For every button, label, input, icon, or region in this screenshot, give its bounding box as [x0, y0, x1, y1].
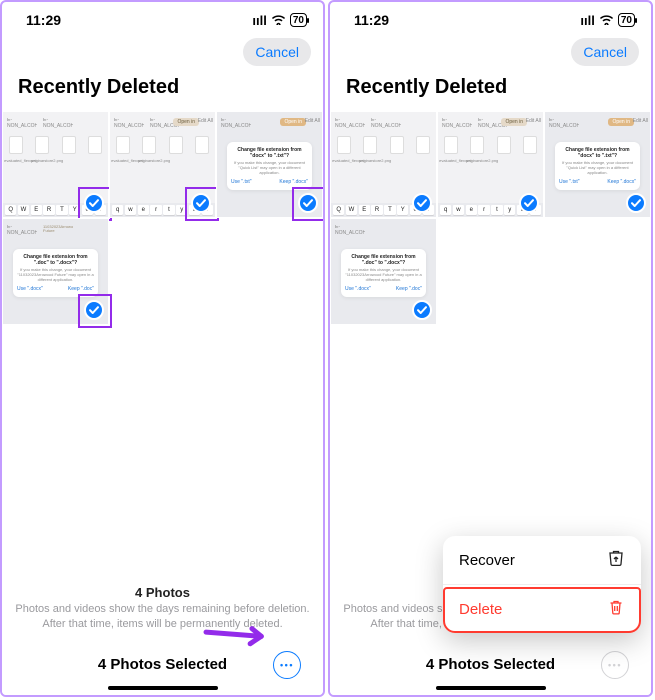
phone-right: 11:29 ııll 70 Cancel Recently Deleted E-… [328, 0, 653, 697]
selection-check-icon [412, 193, 432, 213]
thumb-label: E-NON_ALCOHOLIC...03.pdf [43, 118, 73, 129]
thumb-dialog: Change file extension from "docx" to ".t… [227, 142, 312, 190]
photo-thumb[interactable]: E-NON_ALCOHOLIC...03.pdf 11032023Arrowoo… [2, 218, 109, 325]
thumb-label: E-NON_ALCOHOLIC...03.pdf [549, 118, 579, 129]
recover-option[interactable]: Recover [443, 536, 641, 584]
signal-icon: ııll [252, 13, 266, 28]
thumb-label: E-NON_ALCOHOLIC...03.pdf [335, 118, 365, 129]
file-labels: evaluated_flex.pngwebinarstore2.png [3, 158, 108, 163]
thumb-chip2: Edit All [198, 118, 213, 124]
photo-count: 4 Photos [2, 583, 323, 602]
photo-grid: E-NON_ALCOHOLIC...03.pdf E-NON_ALCOHOLIC… [330, 111, 651, 325]
phone-left: 11:29 ııll 70 Cancel Recently Deleted E-… [0, 0, 325, 697]
photo-thumb[interactable]: E-NON_ALCOHOLIC...03.pdf E-NON_ALCOHOLIC… [2, 111, 109, 218]
wifi-icon [599, 13, 614, 28]
battery-icon: 70 [618, 13, 635, 27]
thumb-label: E-NON_ALCOHOLIC...03.pdf [371, 118, 401, 129]
page-title: Recently Deleted [330, 72, 651, 111]
thumb-label: 11032023Arrowood Future [43, 225, 73, 234]
selection-check-icon [412, 300, 432, 320]
thumb-chip2: Edit All [526, 118, 541, 124]
status-right: ııll 70 [580, 13, 635, 28]
status-bar: 11:29 ııll 70 [330, 2, 651, 30]
thumb-dialog: Change file extension from "docx" to ".t… [555, 142, 640, 190]
recover-icon [607, 549, 625, 571]
thumb-label: E-NON_ALCOHOLIC...03.pdf [114, 118, 144, 129]
page-title: Recently Deleted [2, 72, 323, 111]
home-indicator [436, 686, 546, 690]
cancel-row: Cancel [330, 30, 651, 72]
photo-thumb[interactable]: E-NON_ALCOHOLIC...03.pdf E-NON_ALCOHOLIC… [109, 111, 216, 218]
highlight-ring [78, 187, 112, 221]
status-bar: 11:29 ııll 70 [2, 2, 323, 30]
cancel-row: Cancel [2, 30, 323, 72]
status-right: ııll 70 [252, 13, 307, 28]
more-icon: ••• [608, 660, 622, 670]
highlight-ring [185, 187, 219, 221]
more-button[interactable]: ••• [601, 651, 629, 679]
file-labels: evaluated_flex.pngwebinarstore2.png [331, 158, 436, 163]
photo-grid: E-NON_ALCOHOLIC...03.pdf E-NON_ALCOHOLIC… [2, 111, 323, 325]
cancel-button[interactable]: Cancel [571, 38, 639, 66]
thumb-chip2: Edit All [305, 118, 320, 124]
highlight-ring-delete [443, 587, 641, 633]
selection-check-icon [626, 193, 646, 213]
thumb-label: E-NON_ALCOHOLIC...03.pdf [442, 118, 472, 129]
home-indicator [108, 686, 218, 690]
file-icons [331, 136, 436, 154]
more-button[interactable]: ••• [273, 651, 301, 679]
photo-thumb[interactable]: E-NON_ALCOHOLIC...03.pdf E-NON_ALCOHOLIC… [437, 111, 544, 218]
file-icons [110, 136, 215, 154]
battery-icon: 70 [290, 13, 307, 27]
thumb-dialog: Change file extension from ".doc" to ".d… [13, 249, 98, 297]
thumb-dialog: Change file extension from ".doc" to ".d… [341, 249, 426, 297]
more-icon: ••• [280, 660, 294, 670]
file-labels: evaluated_flex.pngwebinarstore2.png [110, 158, 215, 163]
photo-thumb[interactable]: E-NON_ALCOHOLIC...03.pdf Change file ext… [330, 218, 437, 325]
photo-thumb[interactable]: E-NON_ALCOHOLIC...03.pdf Open in Edit Al… [544, 111, 651, 218]
recover-label: Recover [459, 552, 515, 569]
selected-count: 4 Photos Selected [426, 656, 555, 673]
photo-thumb[interactable]: E-NON_ALCOHOLIC...03.pdf Open in Edit Al… [216, 111, 323, 218]
signal-icon: ııll [580, 13, 594, 28]
photo-thumb[interactable]: E-NON_ALCOHOLIC...03.pdf E-NON_ALCOHOLIC… [330, 111, 437, 218]
thumb-chip: Open in [280, 118, 306, 126]
thumb-label: E-NON_ALCOHOLIC...03.pdf [7, 118, 37, 129]
file-icons [3, 136, 108, 154]
status-time: 11:29 [26, 12, 61, 28]
wifi-icon [271, 13, 286, 28]
highlight-ring [292, 187, 325, 221]
thumb-chip: Open in [608, 118, 634, 126]
thumb-chip2: Edit All [633, 118, 648, 124]
thumb-chip: Open in [501, 118, 527, 126]
selected-count: 4 Photos Selected [98, 656, 227, 673]
status-time: 11:29 [354, 12, 389, 28]
highlight-ring [78, 294, 112, 328]
thumb-chip: Open in [173, 118, 199, 126]
thumb-label: E-NON_ALCOHOLIC...03.pdf [221, 118, 251, 129]
file-icons [438, 136, 543, 154]
thumb-label: E-NON_ALCOHOLIC...03.pdf [7, 225, 37, 236]
selection-check-icon [519, 193, 539, 213]
thumb-label: E-NON_ALCOHOLIC...03.pdf [335, 225, 365, 236]
cancel-button[interactable]: Cancel [243, 38, 311, 66]
file-labels: evaluated_flex.pngwebinarstore2.png [438, 158, 543, 163]
